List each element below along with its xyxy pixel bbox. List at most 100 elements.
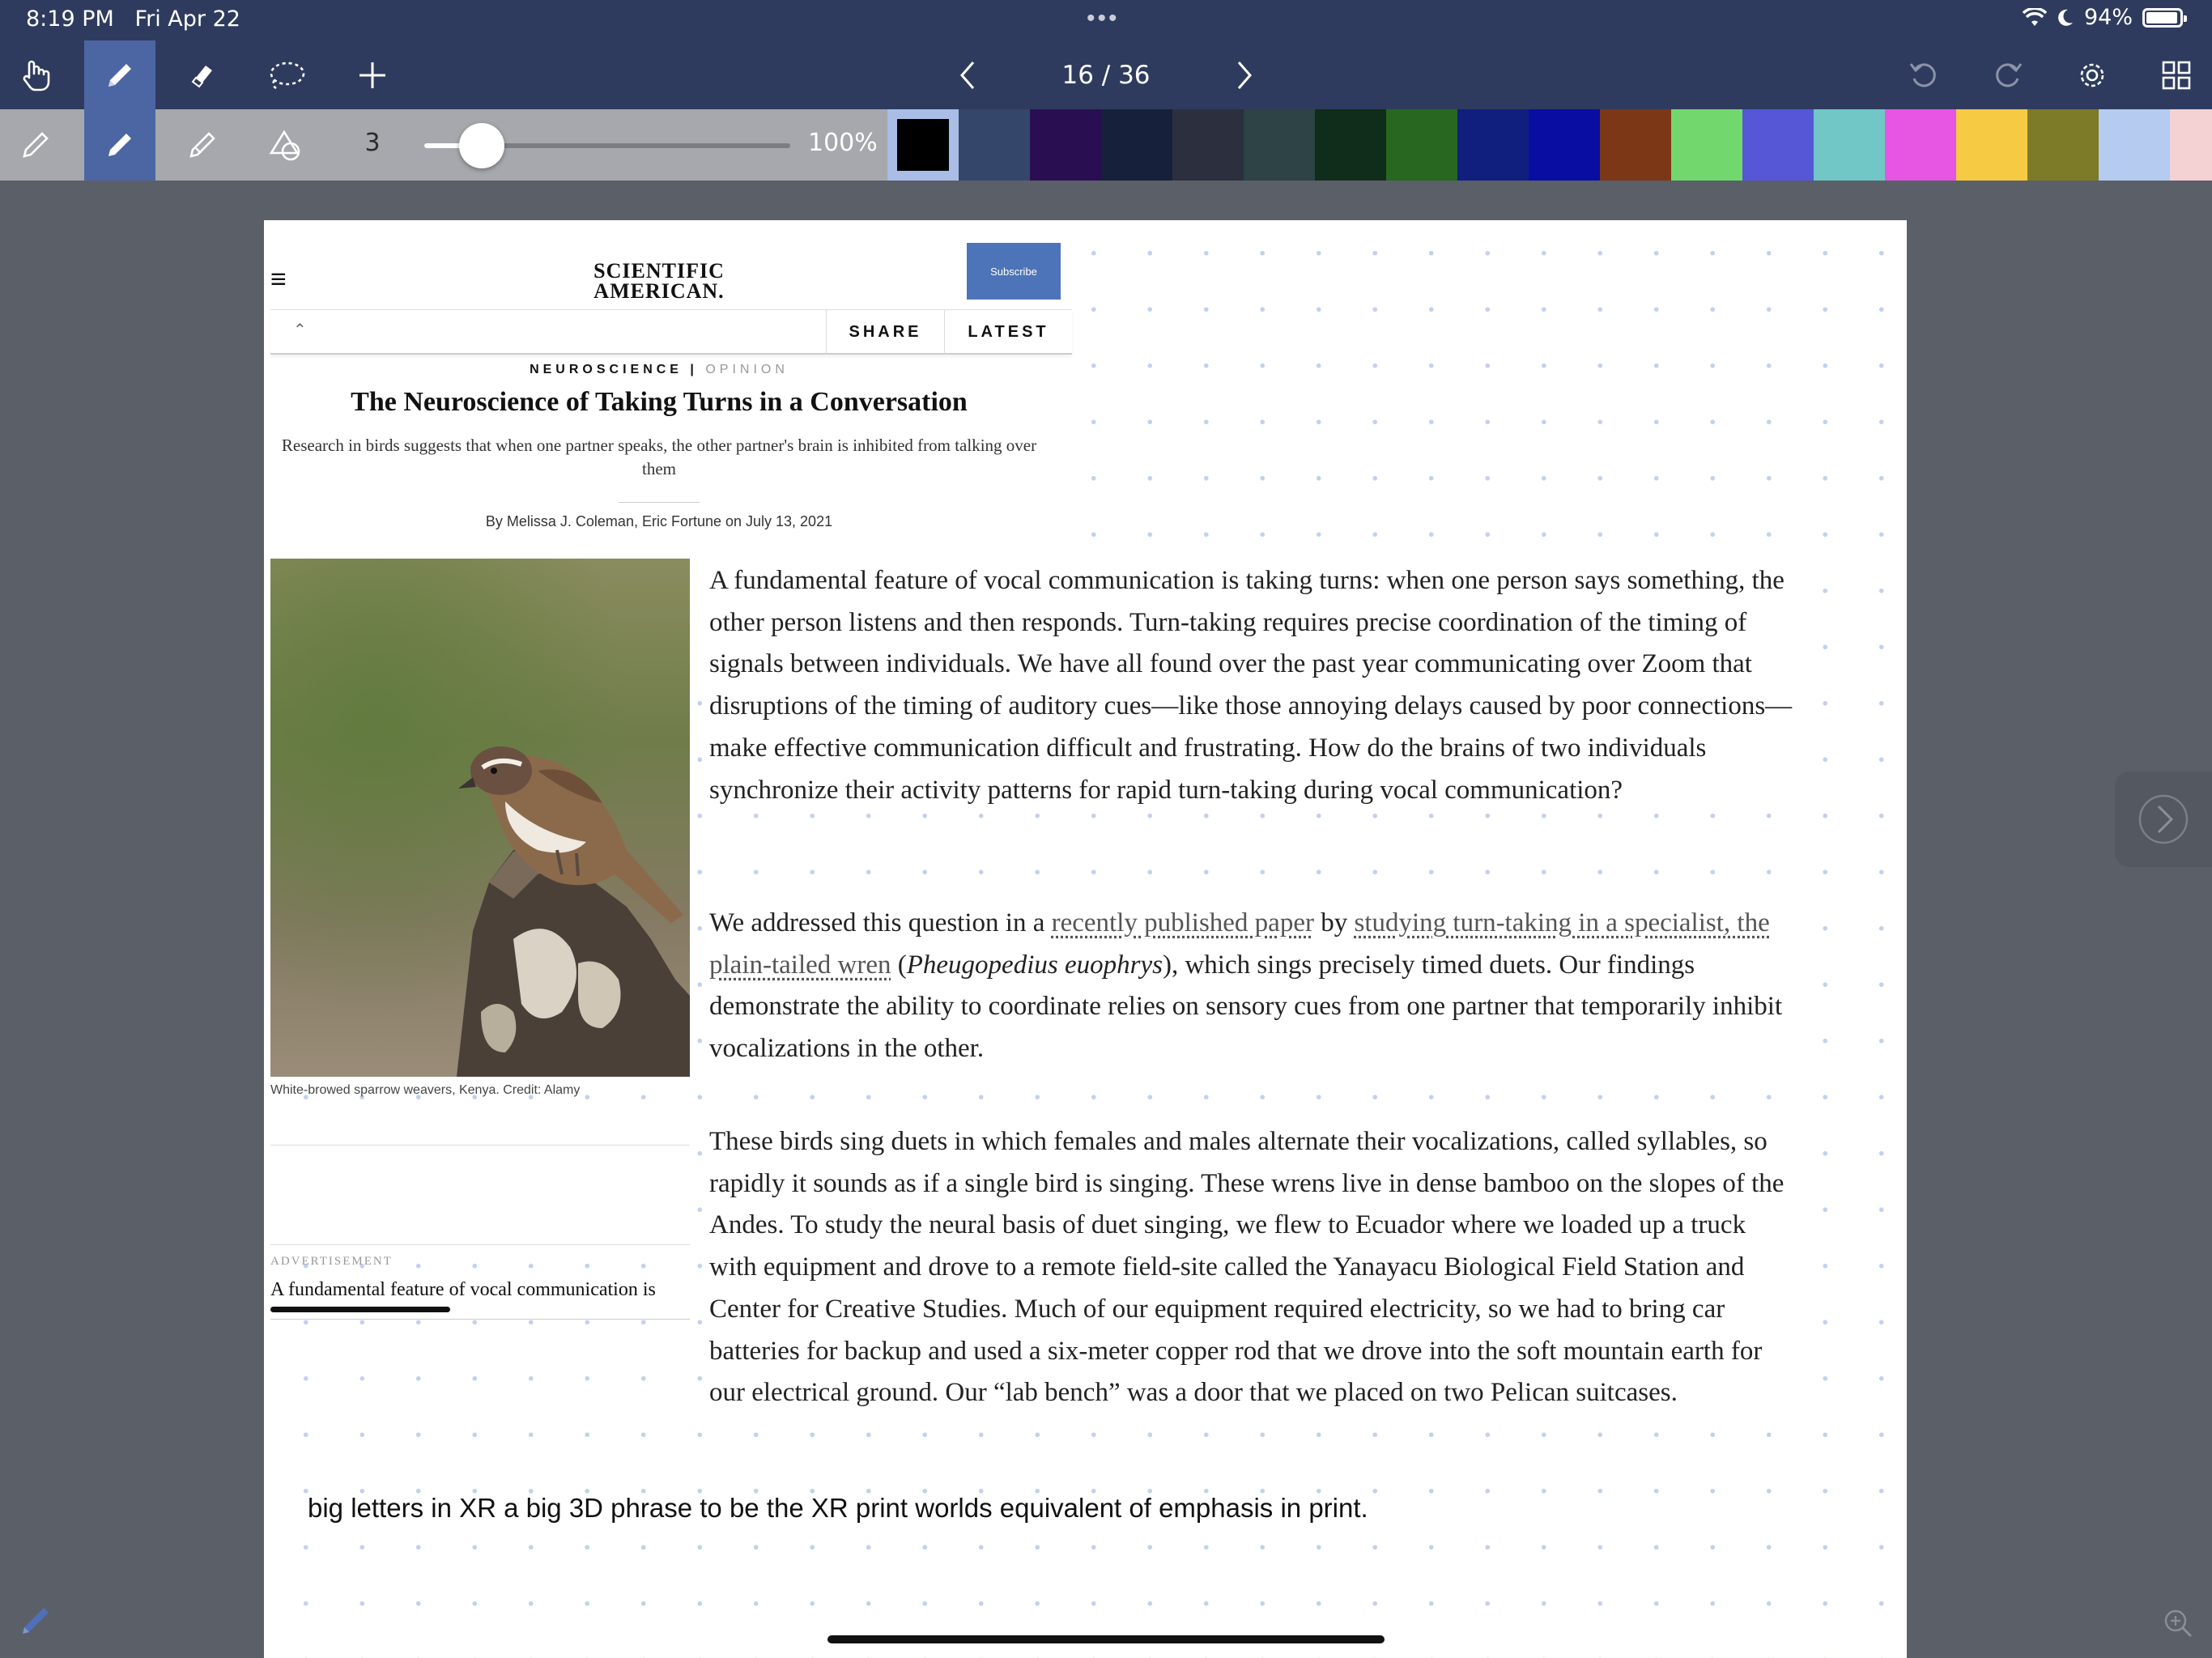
subscribe-button: Subscribe: [967, 243, 1061, 300]
share-row: ⌃ SHARE LATEST: [270, 309, 1072, 355]
redo-icon: [1996, 62, 2023, 87]
hamburger-menu-icon: ≡: [270, 264, 287, 295]
lasso-tool-button[interactable]: [251, 40, 322, 109]
color-swatch[interactable]: [1101, 109, 1172, 181]
redo-button[interactable]: [1972, 40, 2044, 109]
article-byline: By Melissa J. Coleman, Eric Fortune on J…: [485, 513, 833, 529]
chevron-up-icon: ⌃: [293, 321, 307, 339]
color-swatch[interactable]: [1671, 109, 1742, 181]
paragraph-3: These birds sing duets in which females …: [709, 1121, 1794, 1414]
color-swatch[interactable]: [1315, 109, 1386, 181]
page-counter[interactable]: 16 / 36: [1061, 61, 1150, 90]
pen-options-bar: 3 100%: [0, 109, 2212, 181]
color-swatch[interactable]: [2170, 109, 2212, 181]
p2-text-b: by: [1313, 908, 1355, 937]
wifi-icon: [2022, 7, 2047, 26]
date-label: Fri Apr 22: [134, 6, 240, 32]
status-indicators: 94%: [2022, 5, 2187, 30]
ballpoint-pen-button[interactable]: [84, 109, 155, 181]
undo-button[interactable]: [1888, 40, 1959, 109]
fountain-pen-icon: [23, 132, 49, 158]
page-navigation: 16 / 36: [955, 47, 1257, 104]
color-swatch[interactable]: [1386, 109, 1457, 181]
typed-text-note[interactable]: big letters in XR a big 3D phrase to be …: [308, 1493, 1368, 1524]
multitask-dots-icon[interactable]: •••: [1087, 5, 1120, 32]
hand-tool-button[interactable]: [0, 40, 71, 109]
color-swatch[interactable]: [2027, 109, 2099, 181]
logo-line-1: SCIENTIFIC: [593, 259, 725, 283]
shapes-icon: [269, 130, 300, 161]
kicker-separator: |: [690, 363, 698, 376]
paragraph-2: We addressed this question in a recently…: [709, 903, 1794, 1070]
stroke-size: 3: [364, 129, 381, 157]
color-swatch[interactable]: [1457, 109, 1529, 181]
ink-underline-stroke: [270, 1307, 450, 1312]
shapes-button[interactable]: [251, 109, 322, 181]
share-link: SHARE: [826, 310, 944, 354]
moon-icon: [2058, 9, 2073, 26]
bird-photo: [270, 559, 690, 1077]
settings-button[interactable]: [2057, 40, 2128, 109]
p2-text-a: We addressed this question in a: [709, 908, 1052, 937]
cropped-text-snippet: A fundamental feature of vocal communica…: [270, 1279, 690, 1320]
status-time: 8:19 PM Fri Apr 22: [26, 6, 240, 32]
latest-link: LATEST: [944, 310, 1072, 354]
pen-tool-button[interactable]: [84, 40, 155, 109]
p2-text-c: (: [891, 950, 907, 980]
paragraph-1: A fundamental feature of vocal communica…: [709, 560, 1794, 812]
notebook-page[interactable]: ≡ SCIENTIFIC AMERICAN. Subscribe ⌃ SHARE…: [264, 220, 1907, 1658]
opacity-value[interactable]: 100%: [808, 129, 878, 157]
eraser-icon: [191, 65, 212, 87]
zoom-icon[interactable]: [2162, 1607, 2194, 1643]
home-indicator[interactable]: [827, 1635, 1385, 1643]
next-page-handle[interactable]: [2115, 772, 2212, 867]
color-swatch[interactable]: [1956, 109, 2027, 181]
color-swatch[interactable]: [1742, 109, 1814, 181]
color-swatch[interactable]: [2099, 109, 2170, 181]
ballpoint-pen-icon: [108, 134, 131, 156]
color-swatch[interactable]: [1172, 109, 1244, 181]
color-swatch[interactable]: [1814, 109, 1885, 181]
chevron-right-icon: [2138, 794, 2189, 844]
color-swatch[interactable]: [959, 109, 1030, 181]
color-swatch[interactable]: [887, 109, 959, 181]
snippet-text: A fundamental feature of vocal communica…: [270, 1279, 656, 1300]
photo-caption: White-browed sparrow weavers, Kenya. Cre…: [270, 1083, 581, 1097]
time-label: 8:19 PM: [26, 6, 114, 32]
plus-icon: [359, 62, 385, 88]
article-kicker: NEUROSCIENCE | OPINION: [270, 363, 1048, 377]
color-swatch[interactable]: [1244, 109, 1315, 181]
color-swatch[interactable]: [1030, 109, 1101, 181]
color-swatch[interactable]: [1885, 109, 1956, 181]
top-toolbar: 8:19 PM Fri Apr 22 ••• 94% 16 / 36: [0, 0, 2212, 109]
published-paper-link[interactable]: recently published paper: [1052, 908, 1314, 937]
add-tool-button[interactable]: [337, 40, 408, 109]
gear-icon: [2080, 63, 2104, 87]
pencil-shortcut-icon[interactable]: [18, 1601, 55, 1643]
stroke-size-slider[interactable]: [424, 123, 790, 168]
logo-line-2: AMERICAN.: [593, 279, 725, 303]
advertisement-box: [270, 1145, 690, 1245]
next-page-icon[interactable]: [1232, 59, 1257, 91]
grid-view-button[interactable]: [2141, 40, 2212, 109]
sparrow-weaver-image: [270, 559, 690, 1077]
lasso-icon: [270, 62, 305, 89]
kicker-section: NEUROSCIENCE: [530, 363, 683, 376]
site-logo: SCIENTIFIC AMERICAN.: [554, 259, 764, 303]
undo-icon: [1909, 62, 1936, 87]
previous-page-icon[interactable]: [955, 59, 980, 91]
hand-icon: [23, 60, 50, 91]
brush-pen-button[interactable]: [167, 109, 238, 181]
divider: [619, 502, 700, 503]
slider-knob[interactable]: [459, 123, 505, 168]
article-dek: Research in birds suggests that when one…: [281, 436, 1037, 478]
color-swatch[interactable]: [1529, 109, 1600, 181]
battery-icon: [2142, 7, 2187, 28]
advertisement-label: ADVERTISEMENT: [270, 1255, 393, 1268]
eraser-tool-button[interactable]: [167, 40, 238, 109]
fountain-pen-button[interactable]: [0, 109, 71, 181]
grid-icon: [2162, 61, 2191, 89]
article-headline: The Neuroscience of Taking Turns in a Co…: [351, 387, 968, 417]
color-swatch[interactable]: [1600, 109, 1671, 181]
kicker-type: OPINION: [705, 363, 789, 376]
